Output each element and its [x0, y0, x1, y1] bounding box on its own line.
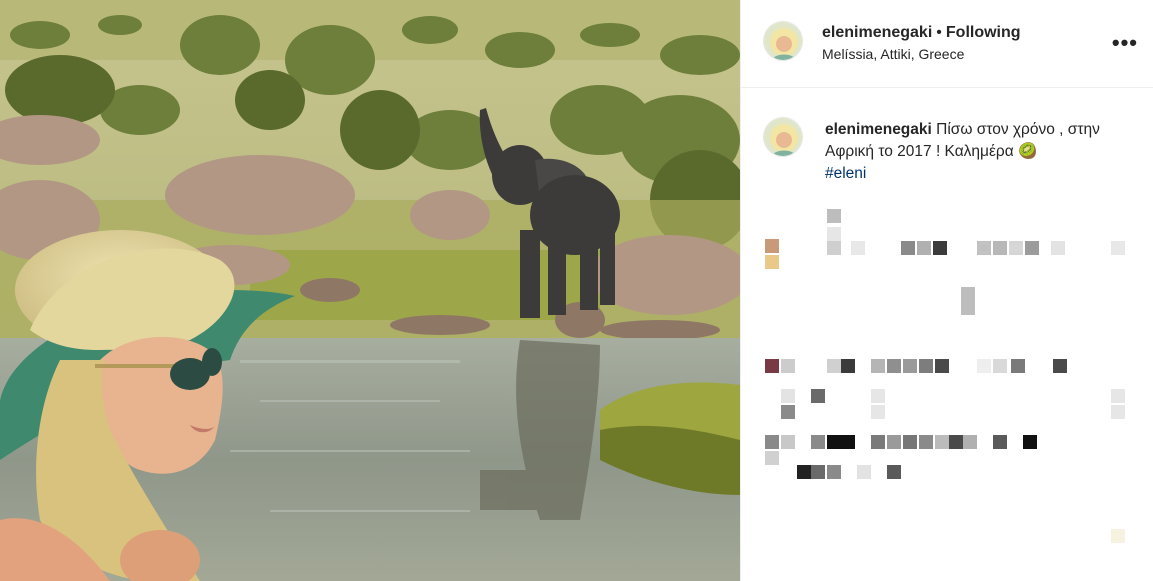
post-header: elenimenegaki • Following Melíssia, Attiki…	[741, 0, 1153, 88]
caption-username[interactable]: elenimenegaki	[825, 121, 932, 138]
pixelated-comments-area	[741, 189, 1153, 581]
caption-avatar-image	[764, 118, 802, 156]
follow-status-button[interactable]: Following	[946, 24, 1021, 41]
more-options-icon[interactable]: •••	[1112, 30, 1138, 56]
header-user-line: elenimenegaki • Following	[822, 24, 1021, 42]
separator-dot: •	[936, 24, 942, 41]
post-photo[interactable]	[0, 0, 740, 581]
hashtag-link[interactable]: #eleni	[825, 163, 866, 185]
avatar-image	[764, 22, 802, 60]
caption-avatar[interactable]	[763, 117, 803, 157]
kiwi-emoji: 🥝	[1017, 143, 1038, 160]
caption-area: elenimenegaki Πίσω στον χρόνο , στην Αφρ…	[741, 89, 1153, 581]
post-sidebar: elenimenegaki • Following Melíssia, Attiki…	[740, 0, 1153, 581]
caption-text-block: elenimenegaki Πίσω στον χρόνο , στην Αφρ…	[825, 119, 1125, 185]
location-link[interactable]: Melíssia, Attiki, Greece	[822, 46, 964, 62]
user-avatar[interactable]	[763, 21, 803, 61]
safari-waterhole-image	[0, 0, 740, 581]
header-username[interactable]: elenimenegaki	[822, 24, 932, 41]
